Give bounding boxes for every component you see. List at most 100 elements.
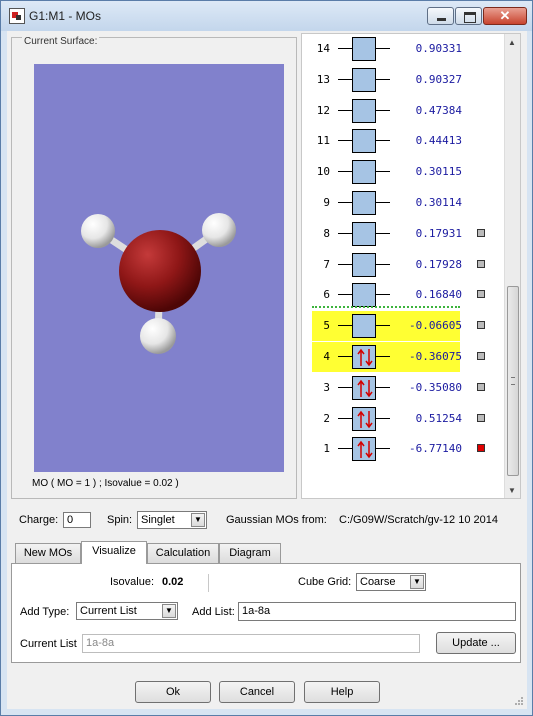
cancel-button[interactable]: Cancel (219, 681, 295, 703)
mo-energy-diagram: 14 0.90331 13 0.90327 12 0.47384 11 0.44413 10 0.… (301, 33, 521, 499)
mo-level-box[interactable] (352, 98, 376, 123)
chevron-down-icon[interactable]: ▼ (162, 604, 176, 618)
add-type-select[interactable]: Current List ▼ (76, 602, 178, 620)
mo-level-line (338, 140, 352, 142)
mo-select-checkbox[interactable] (477, 321, 485, 330)
chevron-down-icon[interactable]: ▼ (191, 513, 205, 527)
mo-level-box[interactable] (352, 283, 376, 308)
mo-row[interactable]: 1 -6.77140 (302, 434, 506, 464)
mo-energy: 0.51254 (415, 411, 462, 425)
mo-level-box[interactable] (352, 160, 376, 185)
mo-level-line (376, 140, 390, 142)
mo-energy: 0.16840 (415, 288, 462, 302)
mo-level-box[interactable] (352, 252, 376, 277)
scroll-up-icon[interactable]: ▲ (508, 38, 516, 47)
mo-level-line (338, 294, 352, 296)
homo-lumo-separator (312, 306, 460, 308)
mo-number: 11 (316, 134, 330, 148)
add-list-field[interactable]: 1a-8a (238, 602, 516, 621)
mo-level-box[interactable] (352, 406, 376, 431)
mo-select-checkbox[interactable] (477, 228, 485, 237)
mo-level-line (338, 171, 352, 173)
hydrogen-atom-right[interactable] (202, 213, 236, 247)
mo-level-line (376, 78, 390, 80)
mo-level-box[interactable] (352, 67, 376, 92)
mo-scrollbar[interactable]: ▲ ▼ (504, 34, 520, 498)
mo-row[interactable]: 7 0.17928 (302, 250, 506, 280)
spin-label: Spin: (107, 514, 133, 526)
mo-energy: 0.90331 (415, 42, 462, 55)
mo-energy: 0.30114 (415, 196, 462, 209)
mo-level-box[interactable] (352, 129, 376, 154)
charge-field[interactable]: 0 (63, 512, 91, 528)
mo-row[interactable]: 11 0.44413 (302, 126, 506, 156)
tab-visualize[interactable]: Visualize (81, 541, 147, 564)
mo-row[interactable]: 2 0.51254 (302, 404, 506, 434)
mo-level-box[interactable] (352, 191, 376, 215)
help-button[interactable]: Help (304, 681, 380, 703)
scroll-thumb[interactable] (507, 286, 519, 476)
mo-level-box[interactable] (352, 375, 376, 400)
mo-row[interactable]: 4 -0.36075 (302, 342, 506, 372)
mo-level-line (376, 171, 390, 173)
mo-select-checkbox[interactable] (477, 259, 485, 268)
add-type-label: Add Type: (20, 606, 70, 618)
cube-grid-select[interactable]: Coarse ▼ (356, 573, 426, 591)
mo-row[interactable]: 10 0.30115 (302, 157, 506, 187)
mo-level-line (376, 417, 390, 419)
mo-row[interactable]: 12 0.47384 (302, 96, 506, 126)
mo-level-line (338, 48, 352, 49)
hydrogen-atom-left[interactable] (81, 214, 115, 248)
mo-number: 14 (316, 42, 330, 55)
mo-level-box[interactable] (352, 437, 376, 462)
mo-level-line (338, 232, 352, 234)
chevron-down-icon[interactable]: ▼ (410, 575, 424, 589)
mo-number: 8 (323, 226, 330, 240)
mo-select-checkbox[interactable] (477, 382, 485, 391)
tab-new-mos[interactable]: New MOs (15, 543, 81, 563)
update-button[interactable]: Update ... (436, 632, 516, 654)
close-button[interactable]: ✕ (483, 7, 527, 25)
mo-select-checkbox[interactable] (477, 352, 485, 360)
mo-level-box[interactable] (352, 314, 376, 339)
minimize-icon (437, 18, 446, 21)
oxygen-atom[interactable] (119, 230, 201, 312)
mo-level-line (376, 232, 390, 234)
title-bar[interactable]: G1:M1 - MOs ✕ (1, 1, 532, 31)
mo-row[interactable]: 8 0.17931 (302, 219, 506, 249)
molecule-viewer[interactable] (34, 64, 284, 472)
mo-number: 13 (316, 72, 330, 86)
maximize-icon (464, 12, 476, 23)
ok-button[interactable]: Ok (135, 681, 211, 703)
current-list-field: 1a-8a (82, 634, 420, 653)
mo-select-checkbox[interactable] (477, 413, 485, 422)
minimize-button[interactable] (427, 7, 454, 25)
mo-energy: -0.06605 (409, 319, 462, 333)
maximize-button[interactable] (455, 7, 482, 25)
mo-select-checkbox[interactable] (477, 290, 485, 299)
tab-calculation[interactable]: Calculation (147, 543, 219, 563)
mo-row[interactable]: 5 -0.06605 (302, 311, 506, 342)
mo-row[interactable]: 9 0.30114 (302, 188, 506, 218)
mo-number: 5 (323, 319, 330, 333)
mo-select-checkbox[interactable] (477, 444, 485, 453)
mo-number: 1 (323, 442, 330, 456)
mo-level-box[interactable] (352, 345, 376, 369)
resize-grip-icon[interactable] (514, 696, 524, 706)
mo-isovalue-caption: MO ( MO = 1 ) ; Isovalue = 0.02 ) (32, 478, 179, 489)
mo-row[interactable]: 13 0.90327 (302, 65, 506, 95)
spin-select[interactable]: Singlet ▼ (137, 511, 207, 529)
tab-diagram[interactable]: Diagram (219, 543, 281, 563)
mo-row[interactable]: 3 -0.35080 (302, 373, 506, 403)
mo-energy: 0.17928 (415, 257, 462, 271)
mo-level-line (338, 325, 352, 327)
mo-level-box[interactable] (352, 221, 376, 246)
isovalue-value[interactable]: 0.02 (162, 576, 183, 588)
hydrogen-atom-bottom[interactable] (140, 318, 176, 354)
scroll-down-icon[interactable]: ▼ (508, 486, 516, 495)
mo-level-line (376, 202, 390, 203)
spin-value: Singlet (141, 514, 175, 526)
visualize-panel: Isovalue: 0.02 Cube Grid: Coarse ▼ Add T… (11, 563, 521, 663)
mo-level-box[interactable] (352, 37, 376, 61)
mo-row[interactable]: 14 0.90331 (302, 34, 506, 64)
